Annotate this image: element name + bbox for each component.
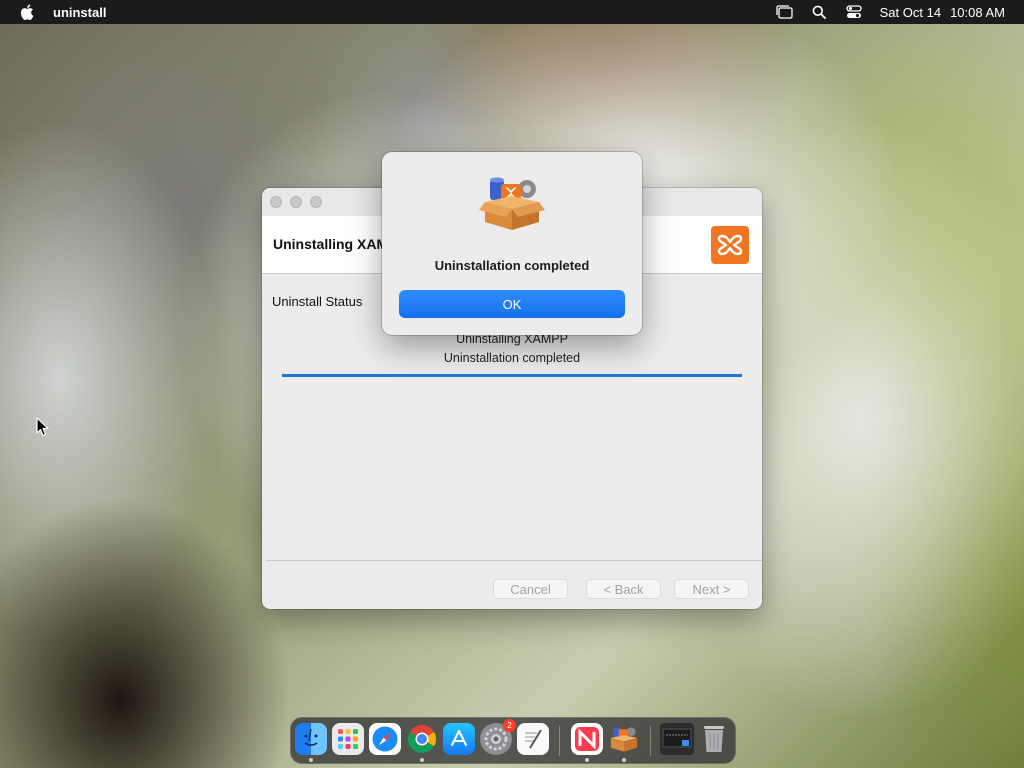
news-icon[interactable] [571,723,603,755]
window-switcher-icon[interactable] [775,4,793,20]
close-window-button[interactable] [270,196,282,208]
menu-bar-clock[interactable]: Sat Oct 14 10:08 AM [880,5,1005,20]
spotlight-search-icon[interactable] [810,4,828,20]
xampp-running-indicator [622,758,626,762]
control-center-icon[interactable] [845,4,863,20]
xampp-logo-icon [711,226,749,264]
cancel-button[interactable]: Cancel [493,579,568,599]
settings-notification-badge: 2 [503,719,516,732]
app-store-icon[interactable] [443,723,475,755]
chrome-icon[interactable] [406,723,438,755]
next-button[interactable]: Next > [674,579,749,599]
news-running-indicator [585,758,589,762]
dock-divider [650,726,651,756]
chrome-running-indicator [420,758,424,762]
mouse-cursor-icon [36,417,50,437]
progress-line-2: Uninstallation completed [443,351,581,365]
finder-running-indicator [309,758,313,762]
completion-alert-dialog: Uninstallation completed OK [382,152,642,335]
apple-icon[interactable] [20,4,34,20]
xampp-package-icon [479,176,545,232]
safari-icon[interactable] [369,723,401,755]
clock-time: 10:08 AM [950,4,1005,20]
footer-separator [266,560,762,561]
textedit-icon[interactable] [517,723,549,755]
uninstall-progress-bar [282,374,742,377]
minimize-window-button[interactable] [290,196,302,208]
zoom-window-button[interactable] [310,196,322,208]
alert-message: Uninstallation completed [434,258,590,273]
launchpad-icon[interactable] [332,723,364,755]
back-button[interactable]: < Back [586,579,661,599]
screen-thumbnail-icon[interactable] [660,723,694,755]
trash-icon[interactable] [698,723,730,755]
xampp-installer-icon[interactable] [608,723,640,755]
app-menu-name[interactable]: uninstall [53,5,106,20]
uninstall-status-label: Uninstall Status [272,294,363,309]
dock-divider [559,726,560,756]
dock: 2 [290,717,736,764]
clock-date: Sat Oct 14 [879,4,942,20]
menu-bar: uninstall Sat Oct 14 10:08 AM [0,0,1024,24]
ok-button[interactable]: OK [399,290,625,318]
progress-bar-fill [282,374,742,377]
finder-icon[interactable] [295,723,327,755]
system-settings-icon[interactable]: 2 [480,719,516,755]
